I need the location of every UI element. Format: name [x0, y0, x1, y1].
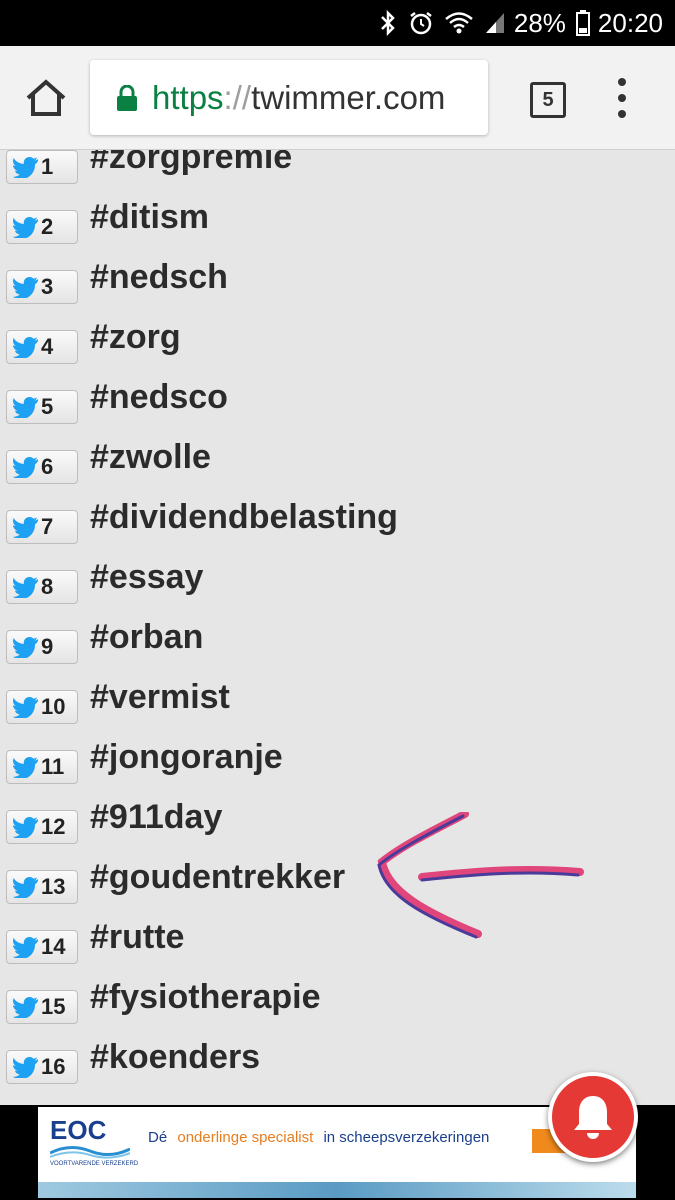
rank-number: 14: [41, 934, 66, 959]
address-bar[interactable]: https://twimmer.com: [90, 60, 488, 135]
clock: 20:20: [597, 7, 663, 38]
twitter-bird-icon: [13, 517, 38, 538]
twitter-bird-icon: [13, 157, 38, 178]
hashtag-link[interactable]: #jongoranje: [90, 738, 283, 777]
tweet-rank-button[interactable]: 2: [6, 210, 78, 244]
rank-number: 10: [41, 694, 66, 719]
hashtag-link[interactable]: #nedsch: [90, 258, 228, 297]
ad-text-1: Dé: [148, 1129, 168, 1146]
tweet-rank-button[interactable]: 11: [6, 750, 78, 784]
rank-number: 3: [41, 274, 54, 299]
ad-image-strip: [38, 1182, 636, 1198]
hashtag-link[interactable]: #fysiotherapie: [90, 978, 321, 1017]
rank-number: 1: [41, 154, 54, 179]
wifi-icon: [444, 11, 474, 35]
twitter-bird-icon: [13, 697, 38, 718]
status-bar: 28% 20:20: [0, 0, 675, 46]
rank-number: 4: [41, 334, 54, 359]
ad-text: Dé onderlinge specialist in scheepsverze…: [148, 1129, 489, 1146]
tweet-rank-button[interactable]: 3: [6, 270, 78, 304]
twitter-bird-icon: [13, 757, 38, 778]
browser-toolbar: https://twimmer.com 5: [0, 46, 675, 150]
bell-icon: [574, 1096, 612, 1139]
notification-bell-button[interactable]: [548, 1072, 638, 1162]
hashtag-link[interactable]: #orban: [90, 618, 203, 657]
hashtag-link[interactable]: #koenders: [90, 1038, 260, 1077]
tweet-rank-button[interactable]: 8: [6, 570, 78, 604]
twitter-bird-icon: [13, 997, 38, 1018]
hashtag-link[interactable]: #essay: [90, 558, 203, 597]
battery-percent: 28%: [513, 7, 566, 38]
signal-icon: [484, 11, 506, 35]
lock-icon: [117, 84, 137, 111]
hashtag-link[interactable]: #rutte: [90, 918, 184, 957]
twitter-bird-icon: [13, 277, 38, 298]
twitter-bird-icon: [13, 457, 38, 478]
hashtag-link[interactable]: #zorg: [90, 318, 181, 357]
hand-drawn-arrow: [377, 812, 584, 939]
hashtag-link[interactable]: #goudentrekker: [90, 858, 345, 897]
overflow-menu-icon[interactable]: [612, 78, 632, 118]
tab-switcher-button[interactable]: 5: [530, 82, 566, 118]
tweet-rank-button[interactable]: 1: [6, 150, 78, 184]
trending-hashtag-list: 1 #zorgpremie 2 #ditism 3 #nedsch 4 #zorg 5 #neds…: [0, 150, 675, 1105]
hashtag-link[interactable]: #ditism: [90, 198, 209, 237]
url-host: twimmer.com: [251, 78, 446, 116]
hashtag-link[interactable]: #dividendbelasting: [90, 498, 398, 537]
rank-number: 11: [41, 754, 65, 779]
ad-text-2: onderlinge specialist: [177, 1129, 314, 1146]
tweet-rank-button[interactable]: 13: [6, 870, 78, 904]
tweet-rank-button[interactable]: 6: [6, 450, 78, 484]
home-icon[interactable]: [24, 78, 68, 118]
hashtag-link[interactable]: #zorgpremie: [90, 150, 292, 177]
alarm-icon: [408, 10, 434, 36]
twitter-bird-icon: [13, 637, 38, 658]
ad-text-3: in scheepsverzekeringen: [323, 1129, 490, 1146]
twitter-bird-icon: [13, 577, 38, 598]
rank-number: 7: [41, 514, 54, 539]
tweet-rank-button[interactable]: 5: [6, 390, 78, 424]
tweet-rank-button[interactable]: 16: [6, 1050, 78, 1084]
rank-number: 2: [41, 214, 54, 239]
rank-number: 5: [41, 394, 54, 419]
battery-icon: [575, 10, 590, 36]
ad-logo-tagline: VOORTVARENDE VERZEKERD: [50, 1161, 139, 1167]
tab-count: 5: [542, 88, 554, 111]
tweet-rank-button[interactable]: 4: [6, 330, 78, 364]
rank-number: 12: [41, 814, 66, 839]
ad-logo: EOC: [50, 1115, 107, 1145]
tweet-rank-button[interactable]: 7: [6, 510, 78, 544]
tweet-rank-button[interactable]: 10: [6, 690, 78, 724]
url-scheme: https: [152, 78, 224, 116]
url-separator: ://: [223, 78, 252, 116]
bluetooth-icon: [378, 10, 398, 36]
rank-number: 9: [41, 634, 54, 659]
twitter-bird-icon: [13, 817, 38, 838]
twitter-bird-icon: [13, 937, 38, 958]
twitter-bird-icon: [13, 337, 38, 358]
rank-number: 15: [41, 994, 66, 1019]
tweet-rank-button[interactable]: 14: [6, 930, 78, 964]
rank-number: 6: [41, 454, 54, 479]
hashtag-link[interactable]: #nedsco: [90, 378, 228, 417]
wave-icon: [50, 1146, 130, 1159]
rank-number: 13: [41, 874, 66, 899]
twitter-bird-icon: [13, 877, 38, 898]
twitter-bird-icon: [13, 397, 38, 418]
rank-number: 8: [41, 574, 54, 599]
hashtag-link[interactable]: #zwolle: [90, 438, 211, 477]
ad-content[interactable]: EOC VOORTVARENDE VERZEKERD Dé onderlinge…: [38, 1107, 636, 1182]
hashtag-link[interactable]: #vermist: [90, 678, 230, 717]
twitter-bird-icon: [13, 217, 38, 238]
rank-number: 16: [41, 1054, 66, 1079]
tweet-rank-button[interactable]: 12: [6, 810, 78, 844]
twitter-bird-icon: [13, 1057, 38, 1078]
tweet-rank-button[interactable]: 9: [6, 630, 78, 664]
tweet-rank-button[interactable]: 15: [6, 990, 78, 1024]
hashtag-link[interactable]: #911day: [90, 798, 222, 837]
